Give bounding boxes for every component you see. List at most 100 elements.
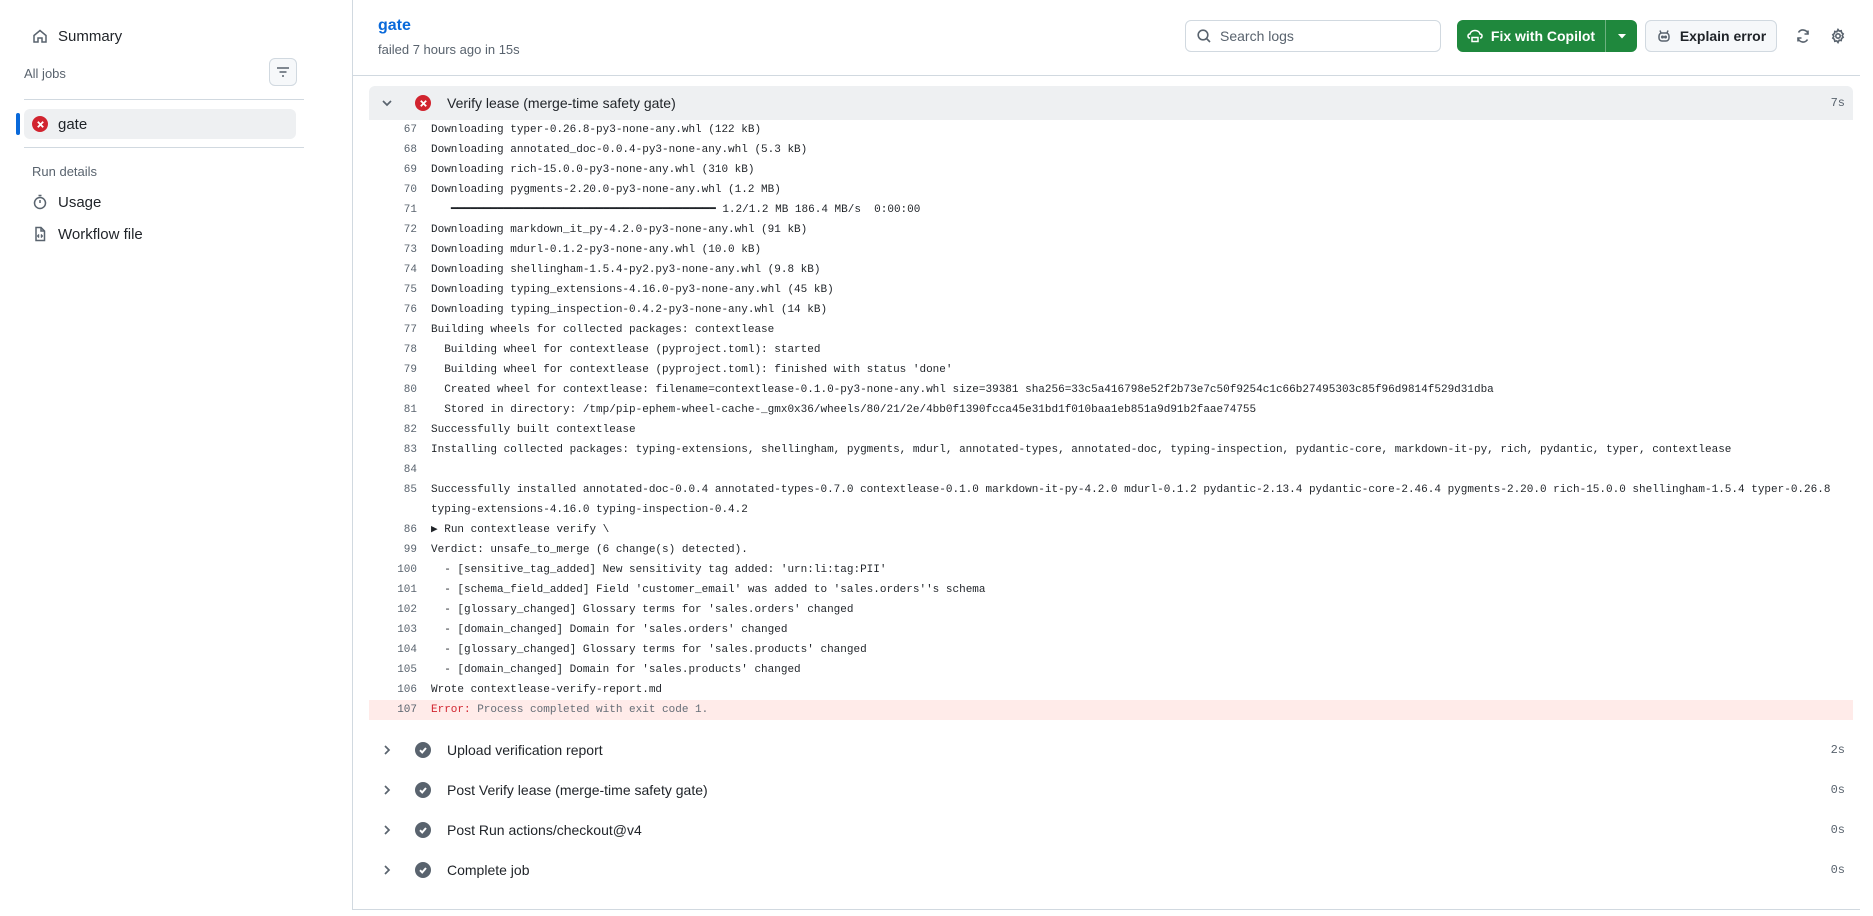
log-line-text: Downloading typing_inspection-0.4.2-py3-… [431,304,828,316]
log-line-number[interactable]: 80 [369,380,417,400]
log-line-number[interactable]: 70 [369,180,417,200]
check-circle-icon [415,742,431,758]
log-line-number[interactable]: 68 [369,140,417,160]
search-logs-field[interactable] [1185,20,1441,52]
log-line: 68 Downloading annotated_doc-0.0.4-py3-no… [369,140,1853,160]
log-line-text: ━━━━━━━━━━━━━━━━━━━━━━━━━━━━━━━━━━━━━━━━… [431,204,921,216]
all-jobs-heading: All jobs [24,66,66,81]
log-line: 82 Successfully built contextlease [369,420,1853,440]
log-line: 102 - [glossary_changed] Glossary terms … [369,600,1853,620]
log-line-number[interactable]: 104 [369,640,417,660]
log-line-number[interactable]: 85 [369,480,417,520]
step-name: Post Run actions/checkout@v4 [447,822,642,838]
log-line-text: Downloading mdurl-0.1.2-py3-none-any.whl… [431,244,762,256]
fix-with-copilot-button[interactable]: Fix with Copilot [1457,20,1605,52]
log-line: 101 - [schema_field_added] Field 'custom… [369,580,1853,600]
explain-error-label: Explain error [1679,28,1767,44]
log-line-number[interactable]: 76 [369,300,417,320]
filter-icon [277,67,289,77]
chevron-right-icon [379,822,395,838]
step-row[interactable]: Post Run actions/checkout@v4 0s [369,813,1853,847]
job-item-gate[interactable]: gate [24,109,296,139]
log-line-number[interactable]: 72 [369,220,417,240]
job-status-text: failed 7 hours ago in 15s [378,42,520,57]
failed-status-icon [32,116,48,132]
home-icon [33,29,47,43]
step-row[interactable]: Upload verification report 2s [369,733,1853,767]
log-line: 103 - [domain_changed] Domain for 'sales… [369,620,1853,640]
step-duration: 0s [1830,823,1845,837]
log-line: 99 Verdict: unsafe_to_merge (6 change(s) … [369,540,1853,560]
log-line-number[interactable]: 84 [369,460,417,480]
log-line: 77 Building wheels for collected packages… [369,320,1853,340]
failed-status-icon [415,95,431,111]
log-line-text: Stored in directory: /tmp/pip-ephem-whee… [431,404,1257,416]
log-line: 80 Created wheel for contextlease: filen… [369,380,1853,400]
log-line-number[interactable]: 74 [369,260,417,280]
job-log-panel: gate failed 7 hours ago in 15s Fix with … [352,0,1860,910]
step-verify-lease-header[interactable]: Verify lease (merge-time safety gate) 7s [369,86,1853,120]
fix-with-copilot-button-group: Fix with Copilot [1457,20,1637,52]
log-line: 67 Downloading typer-0.26.8-py3-none-any.… [369,120,1853,140]
refresh-button[interactable] [1789,22,1817,50]
chevron-right-icon [379,862,395,878]
log-line-number[interactable]: 82 [369,420,417,440]
usage-link[interactable]: Usage [32,189,101,215]
log-line-number[interactable]: 99 [369,540,417,560]
chevron-down-icon [379,95,395,111]
log-line-number[interactable]: 69 [369,160,417,180]
log-line-text: Wrote contextlease-verify-report.md [431,684,663,696]
log-line: 74 Downloading shellingham-1.5.4-py2.py3-… [369,260,1853,280]
filter-jobs-button[interactable] [269,58,297,86]
copilot-dropdown-button[interactable] [1605,20,1637,52]
log-line-number[interactable]: 86 [369,520,417,540]
log-line-number[interactable]: 67 [369,120,417,140]
summary-link[interactable]: Summary [32,23,122,49]
log-line-text: Downloading shellingham-1.5.4-py2.py3-no… [431,264,821,276]
file-code-icon [35,226,46,242]
log-line-text: - [glossary_changed] Glossary terms for … [431,644,867,656]
log-line-number[interactable]: 102 [369,600,417,620]
explain-error-button[interactable]: Explain error [1645,20,1777,52]
search-logs-input[interactable] [1220,28,1420,44]
log-line-number[interactable]: 77 [369,320,417,340]
log-line-number[interactable]: 103 [369,620,417,640]
log-line-text: Downloading rich-15.0.0-py3-none-any.whl… [431,164,755,176]
log-line-number[interactable]: 106 [369,680,417,700]
settings-button[interactable] [1824,22,1852,50]
log-line-number[interactable]: 83 [369,440,417,460]
run-details-heading: Run details [32,164,98,179]
log-line-text: Downloading typer-0.26.8-py3-none-any.wh… [431,124,762,136]
step-row[interactable]: Post Verify lease (merge-time safety gat… [369,773,1853,807]
log-line-number[interactable]: 81 [369,400,417,420]
log-line-text: Downloading markdown_it_py-4.2.0-py3-non… [431,224,808,236]
log-line-number[interactable]: 79 [369,360,417,380]
step-row[interactable]: Complete job 0s [369,853,1853,887]
search-icon [1197,29,1211,43]
log-line-text: Successfully built contextlease [431,424,636,436]
log-line-number[interactable]: 73 [369,240,417,260]
log-line-number[interactable]: 107 [369,700,417,720]
workflow-file-link[interactable]: Workflow file [32,221,143,247]
log-line: 106 Wrote contextlease-verify-report.md [369,680,1853,700]
log-line-number[interactable]: 101 [369,580,417,600]
log-line-text [417,460,1837,480]
usage-label: Usage [58,193,102,211]
triangle-down-icon [1617,34,1626,39]
log-line-number[interactable]: 105 [369,660,417,680]
gear-icon [1831,28,1845,44]
job-title[interactable]: gate [378,17,411,35]
log-line-number[interactable]: 75 [369,280,417,300]
step-name: Complete job [447,862,530,878]
copilot-icon [1658,30,1670,42]
job-header: gate failed 7 hours ago in 15s Fix with … [353,0,1860,76]
log-line-number[interactable]: 71 [369,200,417,220]
log-line-text: - [sensitive_tag_added] New sensitivity … [431,564,887,576]
log-line-text: ▶ Run contextlease verify \ [431,524,610,536]
log-line-number[interactable]: 100 [369,560,417,580]
summary-label: Summary [58,27,123,45]
error-message: Process completed with exit code 1. [470,704,709,716]
log-line: 83 Installing collected packages: typing-… [369,440,1853,460]
log-line: 85 Successfully installed annotated-doc-0… [369,480,1853,520]
log-line-number[interactable]: 78 [369,340,417,360]
